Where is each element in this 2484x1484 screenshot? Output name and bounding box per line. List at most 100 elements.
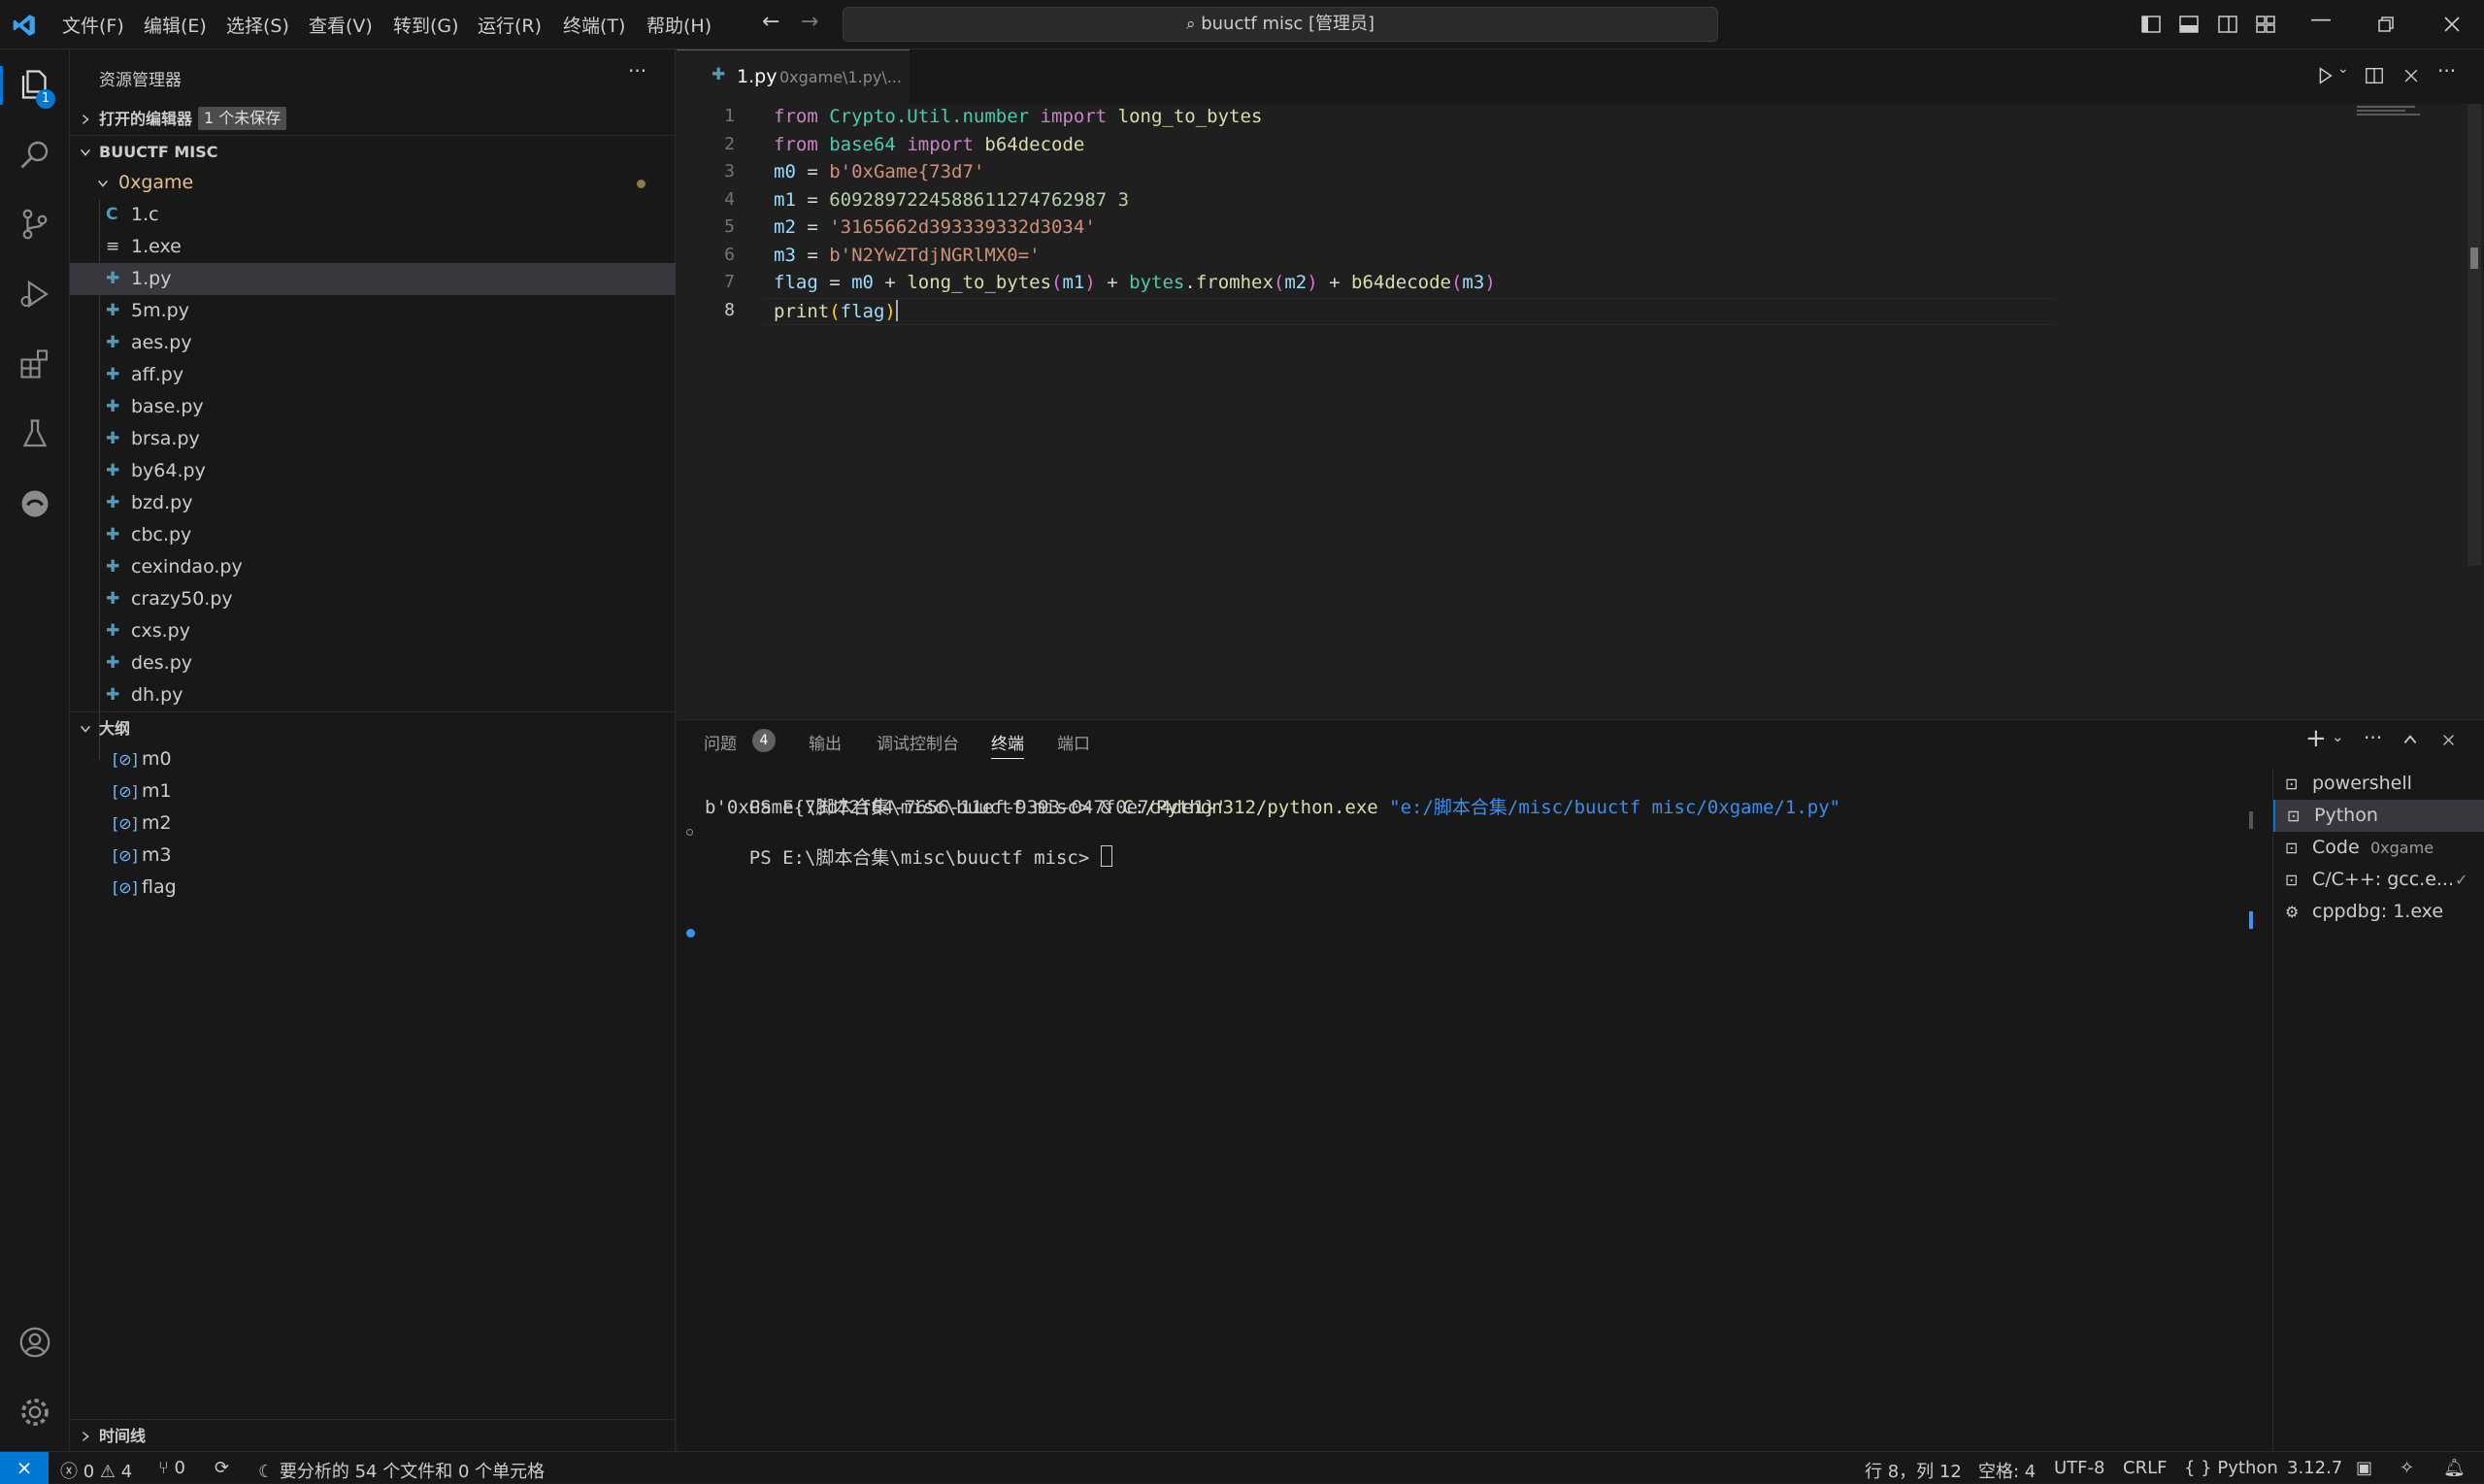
sparkle-icon[interactable]: ✧ [2400, 1458, 2414, 1478]
search-icon[interactable] [17, 137, 52, 172]
new-terminal-icon[interactable]: + [2305, 724, 2327, 753]
ports-status[interactable]: ⑂ 0 [158, 1458, 185, 1478]
folder-0xgame[interactable]: 0xgame [70, 167, 676, 199]
file-item[interactable]: ✚ 1.py [70, 263, 676, 295]
remote-explorer-icon[interactable] [17, 486, 52, 521]
extensions-icon[interactable] [17, 346, 52, 381]
code-token: ) [1084, 272, 1096, 293]
account-icon[interactable] [17, 1325, 52, 1360]
run-python-file-icon[interactable] [2314, 65, 2335, 86]
testing-flask-icon[interactable] [17, 416, 52, 451]
close-panel-icon[interactable] [2440, 732, 2457, 748]
command-center-search[interactable]: ⌕ buuctf misc [管理员] [843, 7, 1718, 42]
remote-indicator-icon[interactable]: ⨯ [0, 1452, 49, 1484]
menu-selection[interactable]: 选择(S) [226, 12, 289, 38]
tab-ports[interactable]: 端口 [1057, 730, 1090, 754]
file-item[interactable]: ✚ 5m.py [70, 295, 676, 327]
back-arrow-icon[interactable]: ← [762, 10, 785, 34]
file-item[interactable]: ✚ by64.py [70, 455, 676, 487]
editor-more-icon[interactable]: ··· [2437, 59, 2456, 82]
terminal-instance[interactable]: ⊡ powershell [2273, 768, 2484, 800]
problems-status[interactable]: ⓧ 0 ⚠ 4 [60, 1458, 132, 1483]
terminal-output[interactable]: PS E:\脚本合集\misc\buuctf misc> & C:/Python… [677, 768, 2270, 1447]
terminal-instance[interactable]: ⚙ cppdbg: 1.exe [2273, 896, 2484, 928]
timeline-section[interactable]: 时间线 [70, 1419, 676, 1452]
run-dropdown-icon[interactable]: ⌄ [2337, 61, 2349, 77]
tab-debug-console[interactable]: 调试控制台 [877, 730, 959, 754]
menu-edit[interactable]: 编辑(E) [144, 12, 207, 38]
debug-launch-icon[interactable]: ⟳ [215, 1458, 229, 1478]
python-file-icon: ✚ [106, 525, 120, 544]
file-item[interactable]: ✚ dh.py [70, 679, 676, 711]
toggle-sidebar-icon[interactable] [2139, 13, 2163, 36]
open-editors-section[interactable]: 打开的编辑器 1 个未保存 [70, 103, 676, 135]
maximize-panel-chevron-up-icon[interactable] [2401, 731, 2419, 748]
copilot-icon[interactable]: ▣ [2356, 1458, 2372, 1478]
minimize-icon[interactable]: — [2310, 8, 2334, 32]
terminal-dropdown-icon[interactable]: ⌄ [2332, 728, 2344, 745]
code-line: m2 = '3165662d393339332d3034' [774, 216, 1096, 238]
terminal-instance[interactable]: ⊡ Python [2273, 800, 2484, 832]
terminal-instance[interactable]: ⊡ C/C++: gcc.e... ✓ [2273, 864, 2484, 896]
forward-arrow-icon[interactable]: → [801, 10, 824, 34]
file-item[interactable]: ✚ cxs.py [70, 615, 676, 647]
tab-path: 0xgame\1.py\... [779, 68, 902, 86]
tab-1-py[interactable]: ✚ 1.py 0xgame\1.py\... [677, 49, 910, 104]
terminal-instance[interactable]: ⊡ Code 0xgame [2273, 832, 2484, 864]
menu-file[interactable]: 文件(F) [62, 12, 124, 38]
toggle-panel-icon[interactable] [2177, 13, 2201, 36]
more-actions-icon[interactable]: ··· [628, 59, 646, 82]
run-debug-icon[interactable] [17, 277, 52, 312]
code-editor[interactable]: 1 from Crypto.Util.number import long_to_… [677, 104, 2482, 715]
encoding[interactable]: UTF-8 [2054, 1458, 2104, 1478]
menu-run[interactable]: 运行(R) [478, 12, 542, 38]
file-item[interactable]: ✚ cbc.py [70, 519, 676, 551]
panel-more-icon[interactable]: ··· [2364, 726, 2382, 749]
minimap[interactable] [2357, 104, 2425, 117]
file-item[interactable]: ✚ base.py [70, 391, 676, 423]
python-version[interactable]: 3.12.7 [2287, 1458, 2342, 1478]
menu-go[interactable]: 转到(G) [393, 12, 459, 38]
outline-section[interactable]: 大纲 [70, 711, 676, 744]
file-item[interactable]: ✚ crazy50.py [70, 583, 676, 615]
file-item[interactable]: ≡ 1.exe [70, 231, 676, 263]
menu-help[interactable]: 帮助(H) [646, 12, 712, 38]
outline-item[interactable]: [⊘] flag [70, 872, 676, 904]
end-of-line[interactable]: CRLF [2123, 1458, 2167, 1478]
restore-icon[interactable] [2374, 13, 2398, 36]
file-item[interactable]: ✚ cexindao.py [70, 551, 676, 583]
file-item[interactable]: ✚ aes.py [70, 327, 676, 359]
language-mode[interactable]: { } Python [2184, 1458, 2278, 1478]
command-decoration [686, 829, 693, 836]
file-item[interactable]: ✚ aff.py [70, 359, 676, 391]
source-control-icon[interactable] [17, 207, 52, 242]
terminal-name: cppdbg: 1.exe [2312, 901, 2444, 922]
outline-item[interactable]: [⊘] m3 [70, 840, 676, 872]
file-name: by64.py [131, 460, 206, 481]
tab-output[interactable]: 输出 [809, 730, 842, 754]
outline-item[interactable]: [⊘] m0 [70, 743, 676, 775]
toggle-secondary-sidebar-icon[interactable] [2216, 13, 2239, 36]
close-editors-icon[interactable] [2401, 66, 2421, 85]
code-token: 6092897224588611274762987 3 [829, 188, 1130, 211]
project-section[interactable]: BUUCTF MISC [70, 135, 676, 168]
close-window-icon[interactable] [2440, 13, 2464, 36]
indentation[interactable]: 空格: 4 [1978, 1458, 2036, 1483]
menu-view[interactable]: 查看(V) [309, 12, 373, 38]
customize-layout-icon[interactable] [2254, 13, 2277, 36]
outline-item[interactable]: [⊘] m2 [70, 808, 676, 840]
file-item[interactable]: C 1.c [70, 199, 676, 231]
notifications-bell-icon[interactable]: 🔔︎ [2443, 1458, 2466, 1478]
outline-item[interactable]: [⊘] m1 [70, 775, 676, 808]
split-editor-icon[interactable] [2364, 65, 2385, 86]
editor-scrollbar[interactable] [2467, 104, 2481, 566]
file-item[interactable]: ✚ des.py [70, 647, 676, 679]
cursor-position[interactable]: 行 8，列 12 [1865, 1458, 1962, 1483]
file-item[interactable]: ✚ bzd.py [70, 487, 676, 519]
settings-gear-icon[interactable] [17, 1395, 52, 1430]
menu-terminal[interactable]: 终端(T) [563, 12, 625, 38]
analysis-status[interactable]: ☾ 要分析的 54 个文件和 0 个单元格 [258, 1458, 545, 1483]
tab-problems[interactable]: 问题 [704, 730, 737, 754]
file-item[interactable]: ✚ brsa.py [70, 423, 676, 455]
tab-terminal[interactable]: 终端 [991, 730, 1024, 759]
